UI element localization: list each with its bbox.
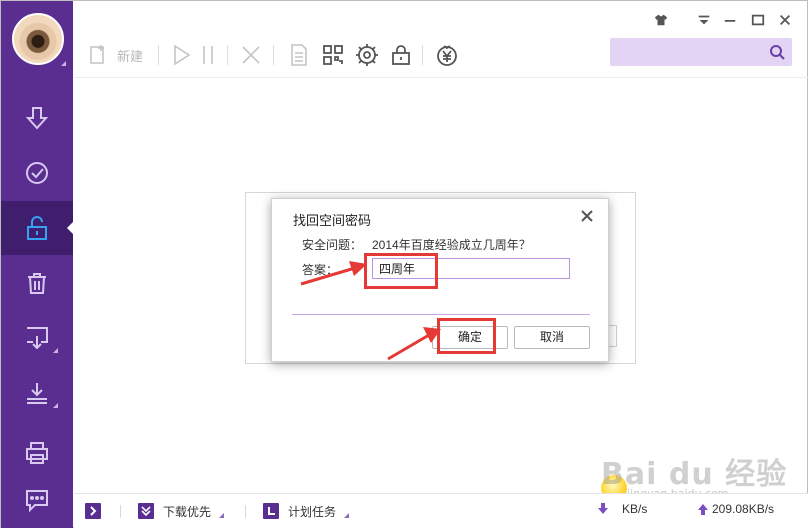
toolbar-divider-line [74,77,808,78]
sidebar-item-trash[interactable] [1,256,73,310]
speed-icon [356,44,378,66]
lock-button[interactable] [389,39,413,71]
skin-button[interactable] [652,11,670,29]
download-speed: KB/s [598,502,647,516]
sidebar-item-private-space[interactable] [1,201,73,255]
trash-icon [28,273,46,294]
annotation-box-ok [437,318,496,354]
status-bar: 下载优先 计划任务 KB/s 209.08KB/s [74,493,808,528]
statusbar-divider [120,505,121,518]
security-question-text: 2014年百度经验成立几周年？ [372,238,531,252]
upload-speed-value: 209.08KB/s [712,502,775,516]
sidebar [1,1,73,528]
close-window-button[interactable] [776,11,794,29]
properties-button[interactable] [287,39,311,71]
toolbar: 新建 [85,39,465,71]
minimize-icon [724,20,736,22]
annotation-arrow-ok [387,327,441,361]
arrow-down-icon [598,503,608,514]
scheduled-task-caret[interactable] [344,512,350,518]
export-menu-caret[interactable] [53,403,58,408]
lock-icon [392,45,410,65]
statusbar-divider [245,505,246,518]
maximize-icon [751,14,765,26]
toolbar-divider [227,45,228,65]
export-icon [27,383,47,404]
new-task-button[interactable]: 新建 [87,39,143,71]
sidebar-item-downloading[interactable] [1,91,73,145]
new-task-label: 新建 [117,48,144,64]
app-window: 新建 找回空间密码 安全问题： 2014年百度经验成立几周年？ 答案： 四周年 … [0,0,808,528]
schedule-icon [263,503,279,519]
chat-icon [26,490,48,513]
search-box[interactable] [610,38,792,66]
avatar-menu-caret[interactable] [61,61,66,66]
close-icon[interactable] [580,209,594,223]
qr-icon [323,45,343,65]
unlock-icon [27,216,47,240]
maximize-button[interactable] [749,11,767,29]
import-icon [27,327,48,350]
speed-button[interactable] [355,39,379,71]
pause-button[interactable] [197,39,221,71]
sidebar-item-print[interactable] [1,426,73,480]
security-question-label: 安全问题： [302,238,363,252]
sidebar-item-completed[interactable] [1,146,73,200]
purchase-button[interactable] [435,39,459,71]
print-icon [26,442,48,464]
delete-button[interactable] [239,39,263,71]
collapse-sidebar-button[interactable] [85,502,110,520]
cancel-button[interactable]: 取消 [514,326,590,349]
toolbar-divider [273,45,274,65]
annotation-box-answer [364,253,438,289]
completed-icon [26,162,48,184]
sidebar-item-feedback[interactable] [1,473,73,527]
qr-button[interactable] [321,39,345,71]
download-priority-label: 下载优先 [163,504,212,519]
play-icon [174,44,191,66]
sidebar-item-export[interactable] [1,366,73,420]
upload-speed: 209.08KB/s [698,502,774,516]
close-icon [780,15,790,25]
arrow-up-icon [698,504,708,515]
double-chevron-down-icon [138,503,154,519]
download-priority-caret[interactable] [219,512,225,518]
file-icon [291,44,307,66]
pause-icon [203,46,213,64]
import-menu-caret[interactable] [53,348,58,353]
shirt-icon [654,14,668,26]
dialog-divider [292,314,590,315]
chevron-right-icon [85,503,101,519]
search-icon[interactable] [769,44,785,60]
minimize-button[interactable] [721,11,739,29]
download-icon [25,107,49,130]
avatar[interactable] [12,13,64,65]
money-icon [437,45,457,66]
download-priority-button[interactable]: 下载优先 [138,502,225,520]
toolbar-divider [422,45,423,65]
menu-icon [698,15,710,25]
download-speed-value: KB/s [622,502,648,516]
sidebar-item-import[interactable] [1,311,73,365]
scheduled-task-label: 计划任务 [288,504,337,519]
delete-icon [242,46,260,64]
menu-button[interactable] [695,11,713,29]
toolbar-divider [158,45,159,65]
start-button[interactable] [169,39,193,71]
dialog-title: 找回空间密码 [293,213,372,228]
scheduled-task-button[interactable]: 计划任务 [263,502,350,520]
new-icon [90,45,104,64]
annotation-arrow-answer [300,261,367,286]
